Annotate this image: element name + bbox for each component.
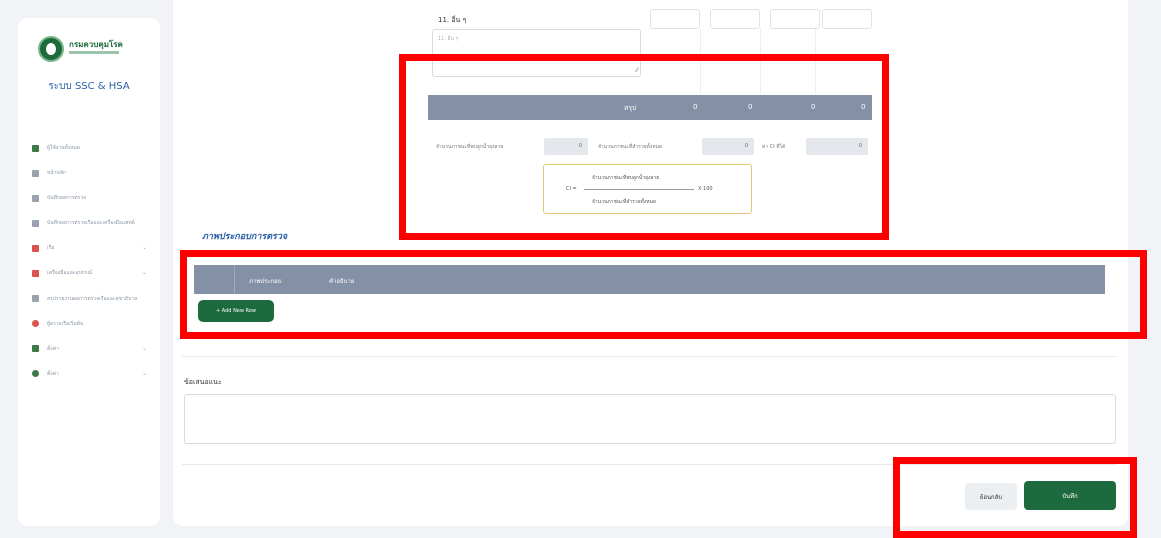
gear-icon xyxy=(32,370,39,378)
chevron-down-icon: ⌄ xyxy=(141,244,147,252)
sidebar-item[interactable]: สรุปรายงานผลการตรวจเรือและสุขาภิบาล xyxy=(32,289,157,309)
logo-text: กรมควบคุมโรค xyxy=(69,40,123,49)
home-icon xyxy=(32,169,39,177)
divider xyxy=(182,356,1117,357)
sidebar-item-label: หน้าหลัก xyxy=(47,170,66,177)
user-icon xyxy=(32,144,39,152)
logo-emblem-icon xyxy=(38,36,64,62)
highlight-box xyxy=(180,250,1147,339)
suggestion-textarea[interactable] xyxy=(184,394,1116,444)
score-input-4[interactable] xyxy=(822,9,872,29)
report-icon xyxy=(32,295,39,303)
logo-subtext xyxy=(69,51,119,54)
sidebar-nav: ผู้ใช้งานทั้งหมดหน้าหลักบันทึกผลการตรวจบ… xyxy=(32,138,157,389)
sidebar-item-label: เรือ xyxy=(47,245,55,252)
sidebar-item-label: บันทึกผลการตรวจ xyxy=(47,195,87,202)
sidebar-item-label: บันทึกผลการตรวจเรือและเครื่องมือแพทย์ xyxy=(47,220,135,227)
chevron-down-icon: ⌄ xyxy=(141,269,147,277)
sidebar-item[interactable]: บันทึกผลการตรวจ xyxy=(32,188,157,208)
chart-icon xyxy=(32,194,39,202)
score-input-2[interactable] xyxy=(710,9,760,29)
system-title: ระบบ SSC & HSA xyxy=(48,81,130,92)
sidebar-item-label: ตั้งค่า xyxy=(47,345,59,352)
ship-icon xyxy=(32,244,39,252)
sidebar-item[interactable]: ผู้ตรวจเรือเริ่มต้น xyxy=(32,314,157,334)
sidebar-item[interactable]: เครื่องมือและอุปกรณ์ ⌄ xyxy=(32,263,157,283)
score-input-3[interactable] xyxy=(770,9,820,29)
person-icon xyxy=(32,320,39,328)
sidebar-item[interactable]: ตั้งค่า ⌄ xyxy=(32,339,157,359)
images-section-title: ภาพประกอบการตรวจ xyxy=(202,232,288,242)
sidebar-item-label: สรุปรายงานผลการตรวจเรือและสุขาภิบาล xyxy=(47,295,138,302)
field-11-label: 11. อื่น ๆ xyxy=(438,16,467,24)
sidebar: กรมควบคุมโรค ระบบ SSC & HSA ผู้ใช้งานทั้… xyxy=(18,18,160,526)
sidebar-item[interactable]: ตั้งค่า ⌄ xyxy=(32,364,157,384)
sidebar-item[interactable]: เรือ ⌄ xyxy=(32,238,157,258)
sidebar-item[interactable]: ผู้ใช้งานทั้งหมด xyxy=(32,138,157,158)
tool-icon xyxy=(32,269,39,277)
sidebar-item[interactable]: หน้าหลัก xyxy=(32,163,157,183)
sidebar-item-label: ผู้ใช้งานทั้งหมด xyxy=(47,145,81,151)
suggestion-label: ข้อเสนอแนะ xyxy=(184,378,222,386)
grid-icon xyxy=(32,345,39,353)
field-11-placeholder: 11. อื่น ๆ xyxy=(438,36,459,42)
chevron-down-icon: ⌄ xyxy=(141,344,147,352)
sidebar-item-label: ผู้ตรวจเรือเริ่มต้น xyxy=(47,320,84,327)
score-input-1[interactable] xyxy=(650,9,700,29)
chevron-down-icon: ⌄ xyxy=(141,369,147,377)
highlight-box xyxy=(399,54,889,240)
chart-icon xyxy=(32,219,39,227)
highlight-box xyxy=(893,457,1137,538)
sidebar-item-label: ตั้งค่า xyxy=(47,370,59,377)
sidebar-item[interactable]: บันทึกผลการตรวจเรือและเครื่องมือแพทย์ xyxy=(32,213,157,233)
sidebar-item-label: เครื่องมือและอุปกรณ์ xyxy=(47,270,92,277)
logo: กรมควบคุมโรค xyxy=(38,36,138,64)
